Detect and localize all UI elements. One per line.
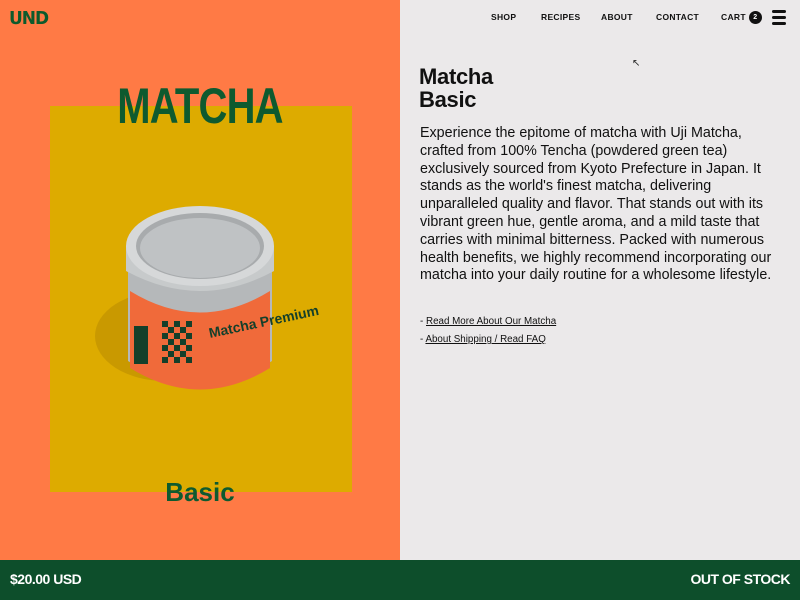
purchase-bar: $20.00 USD OUT OF STOCK (0, 560, 800, 600)
link-row: - About Shipping / Read FAQ (420, 334, 556, 345)
info-links: - Read More About Our Matcha - About Shi… (420, 316, 556, 352)
stock-status: OUT OF STOCK (690, 571, 790, 587)
shipping-faq-link[interactable]: About Shipping / Read FAQ (425, 334, 545, 345)
product-name-line2: Basic (419, 87, 477, 112)
mouse-cursor-icon: ↖ (632, 58, 641, 69)
hero-subtitle: Basic (165, 477, 235, 507)
nav-recipes[interactable]: RECIPES (541, 12, 580, 22)
link-prefix: - (420, 334, 424, 345)
link-prefix: - (420, 316, 424, 327)
product-image: Matcha Premium (50, 106, 352, 492)
cart-label: CART (721, 11, 746, 22)
hamburger-icon[interactable] (772, 10, 786, 25)
main-nav: SHOP RECIPES ABOUT CONTACT CART 2 (400, 0, 800, 36)
matcha-tin-illustration: Matcha Premium (95, 206, 320, 390)
product-visual-panel: UND Matcha Premium MATCHA Basic (0, 0, 400, 560)
price-label: $20.00 USD (10, 571, 82, 587)
nav-cart[interactable]: CART 2 (721, 11, 762, 24)
nav-contact[interactable]: CONTACT (656, 12, 699, 22)
nav-shop[interactable]: SHOP (491, 12, 516, 22)
product-description: Experience the epitome of matcha with Uj… (420, 125, 772, 284)
nav-about[interactable]: ABOUT (601, 12, 633, 22)
product-name-line1: Matcha (419, 64, 493, 89)
product-name: Matcha Basic (419, 65, 493, 111)
hero-title: MATCHA (117, 78, 283, 134)
cart-count-badge: 2 (748, 11, 762, 24)
brand-logo[interactable]: UND (9, 10, 49, 29)
link-row: - Read More About Our Matcha (420, 316, 556, 327)
read-more-link[interactable]: Read More About Our Matcha (426, 316, 556, 327)
